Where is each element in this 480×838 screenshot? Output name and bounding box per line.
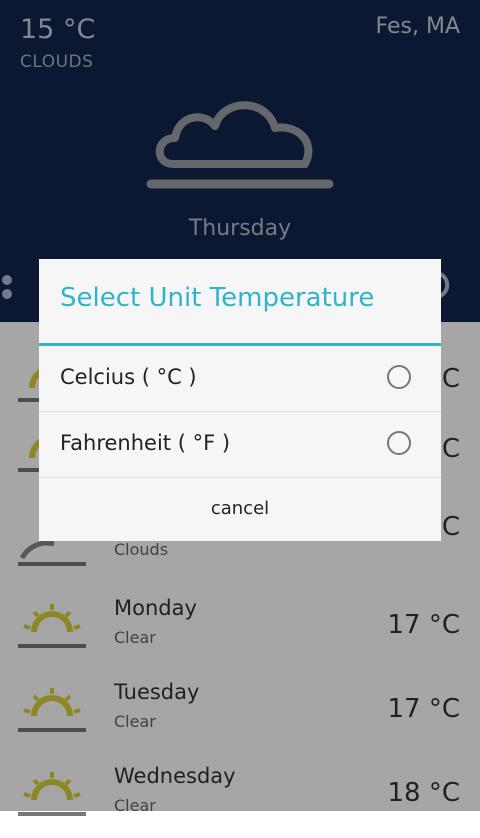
- cancel-button[interactable]: cancel: [39, 481, 441, 541]
- celsius-radio[interactable]: [387, 365, 411, 389]
- option-fahrenheit[interactable]: Fahrenheit ( °F ): [39, 413, 441, 477]
- fahrenheit-radio[interactable]: [387, 431, 411, 455]
- option-label: Celcius ( °C ): [60, 365, 197, 389]
- title-divider: [39, 343, 441, 346]
- dialog-title: Select Unit Temperature: [60, 283, 375, 313]
- option-divider: [39, 411, 441, 412]
- unit-temperature-dialog: Select Unit Temperature Celcius ( °C ) F…: [39, 259, 441, 541]
- option-divider: [39, 477, 441, 478]
- option-label: Fahrenheit ( °F ): [60, 431, 231, 455]
- option-celsius[interactable]: Celcius ( °C ): [39, 347, 441, 411]
